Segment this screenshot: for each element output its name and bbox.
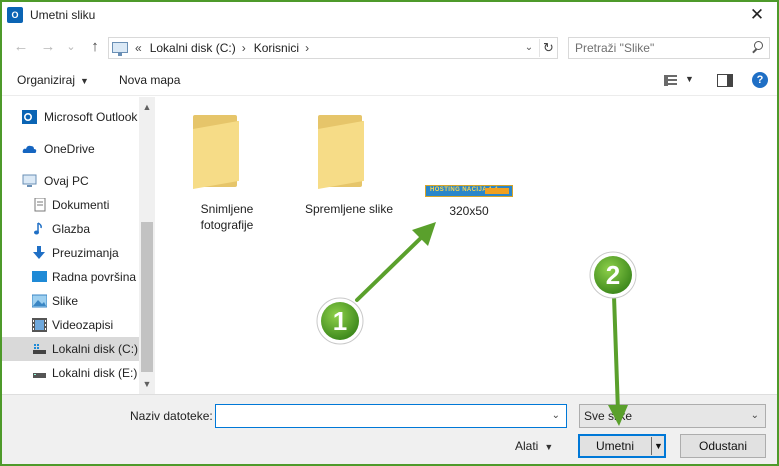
breadcrumb-overflow[interactable]: « [135, 41, 142, 55]
filename-input[interactable]: ⌄ [215, 404, 567, 428]
sidebar-item-label: Preuzimanja [52, 246, 119, 260]
pictures-icon [32, 294, 47, 308]
breadcrumb: « Lokalni disk (C:) › Korisnici › [135, 41, 317, 55]
drive-icon [33, 344, 46, 354]
window-title: Umetni sliku [30, 8, 96, 22]
sidebar-scrollbar[interactable]: ▲ ▼ [139, 97, 155, 394]
sidebar-item-this-pc[interactable]: Ovaj PC [2, 169, 142, 193]
navigation-bar: ← → ⌄ ↑ « Lokalni disk (C:) › Korisnici › ⌄ … [2, 30, 777, 66]
outlook-icon [22, 110, 37, 124]
breadcrumb-item-drive-c[interactable]: Lokalni disk (C:) [150, 41, 236, 55]
navigation-pane: Microsoft Outlook OneDrive Ovaj PC Dokum… [2, 97, 155, 394]
forward-button[interactable]: → [39, 37, 57, 57]
insert-options-dropdown[interactable]: ▼ [651, 437, 665, 455]
sidebar-item-label: Videozapisi [52, 318, 114, 332]
sidebar-item-label: Lokalni disk (C:) [52, 342, 139, 356]
sidebar-item-label: OneDrive [44, 142, 95, 156]
sidebar-item-downloads[interactable]: Preuzimanja [2, 241, 142, 265]
chevron-down-icon[interactable]: ⌄ [751, 410, 759, 421]
sidebar-item-label: Radna površina [52, 270, 137, 284]
image-thumbnail[interactable]: HOSTING NACIJA 1-1 [425, 185, 513, 197]
address-history-dropdown[interactable]: ⌄ [521, 40, 537, 56]
sidebar-item-label: Dokumenti [52, 198, 110, 212]
organize-button[interactable]: Organiziraj ▼ [17, 73, 89, 87]
command-toolbar: Organiziraj ▼ Nova mapa ▼ ? [2, 66, 777, 96]
recent-locations-button[interactable]: ⌄ [62, 37, 80, 57]
cancel-button[interactable]: Odustani [680, 434, 766, 458]
sidebar-item-pictures[interactable]: Slike [2, 289, 142, 313]
scroll-down-icon[interactable]: ▼ [139, 376, 155, 392]
sidebar-item-videos[interactable]: Videozapisi [2, 313, 142, 337]
folder-label-line1: Snimljene [200, 202, 254, 216]
address-bar[interactable]: « Lokalni disk (C:) › Korisnici › ⌄ ↻ [108, 37, 558, 59]
search-icon [752, 41, 763, 52]
caret-down-icon: ▼ [544, 442, 554, 452]
chevron-right-icon[interactable]: › [242, 41, 246, 55]
organize-label: Organiziraj [17, 73, 76, 87]
close-button[interactable]: ✕ [745, 4, 769, 26]
sidebar-item-onedrive[interactable]: OneDrive [2, 137, 142, 161]
scrollbar-thumb[interactable] [141, 222, 153, 372]
filename-label: Naziv datoteke: [130, 409, 213, 423]
sidebar-item-label: Ovaj PC [44, 174, 89, 188]
outlook-icon: O [7, 7, 23, 23]
music-icon [34, 222, 42, 235]
folder-label-line2: fotografije [200, 218, 254, 232]
computer-icon [22, 174, 37, 187]
sidebar-item-outlook[interactable]: Microsoft Outlook [2, 105, 142, 129]
sidebar-item-music[interactable]: Glazba [2, 217, 142, 241]
new-folder-button[interactable]: Nova mapa [119, 73, 180, 87]
documents-icon [34, 198, 46, 212]
file-list: Snimljene fotografije Spremljene slike H… [157, 97, 777, 394]
thumbnail-badge [485, 188, 509, 194]
chevron-right-icon[interactable]: › [305, 41, 309, 55]
videos-icon [32, 318, 47, 332]
file-type-select[interactable]: Sve slike ⌄ [579, 404, 766, 428]
chevron-down-icon[interactable]: ⌄ [552, 410, 560, 421]
help-icon[interactable]: ? [752, 72, 768, 88]
drive-icon [33, 373, 46, 378]
refresh-icon[interactable]: ↻ [539, 39, 557, 57]
breadcrumb-item-korisnici[interactable]: Korisnici [254, 41, 299, 55]
caret-down-icon: ▼ [80, 76, 89, 86]
desktop-icon [32, 271, 47, 282]
search-placeholder: Pretraži "Slike" [575, 41, 655, 55]
folder-icon[interactable] [314, 115, 374, 190]
preview-pane-icon[interactable] [717, 74, 733, 87]
sidebar-item-desktop[interactable]: Radna površina [2, 265, 142, 289]
up-button[interactable]: ↑ [86, 37, 104, 57]
sidebar-item-drive-e[interactable]: Lokalni disk (E:) [2, 361, 142, 385]
folder-label-saved-pictures[interactable]: Spremljene slike [297, 201, 401, 217]
tools-label: Alati [515, 439, 539, 453]
view-options-icon[interactable] [664, 75, 677, 86]
sidebar-item-drive-c[interactable]: Lokalni disk (C:) [2, 337, 142, 361]
insert-picture-dialog: O Umetni sliku ✕ ← → ⌄ ↑ « Lokalni disk (… [0, 0, 779, 466]
insert-button-label: Umetni [595, 439, 634, 453]
sidebar-item-label: Lokalni disk (E:) [52, 366, 138, 380]
sidebar-item-documents[interactable]: Dokumenti [2, 193, 142, 217]
sidebar-item-label: Glazba [52, 222, 91, 236]
folder-label-saved-photos[interactable]: Snimljene fotografije [179, 201, 275, 233]
computer-icon [112, 42, 128, 56]
file-selection-bar: Naziv datoteke: ⌄ Sve slike ⌄ Alati ▼ Ume… [2, 394, 777, 464]
download-icon [33, 246, 45, 259]
file-type-value: Sve slike [584, 409, 633, 423]
caret-down-icon[interactable]: ▼ [685, 74, 694, 84]
back-button[interactable]: ← [12, 37, 30, 57]
tools-menu[interactable]: Alati ▼ [515, 439, 553, 453]
sidebar-item-label: Slike [52, 294, 79, 308]
onedrive-icon [22, 145, 37, 153]
scroll-up-icon[interactable]: ▲ [139, 99, 155, 115]
sidebar-item-label: Microsoft Outlook [44, 110, 138, 124]
folder-icon[interactable] [189, 115, 249, 190]
image-label[interactable]: 320x50 [425, 203, 513, 219]
insert-button[interactable]: Umetni ▼ [578, 434, 666, 458]
title-bar: O Umetni sliku ✕ [2, 2, 777, 30]
search-input[interactable]: Pretraži "Slike" [568, 37, 770, 59]
